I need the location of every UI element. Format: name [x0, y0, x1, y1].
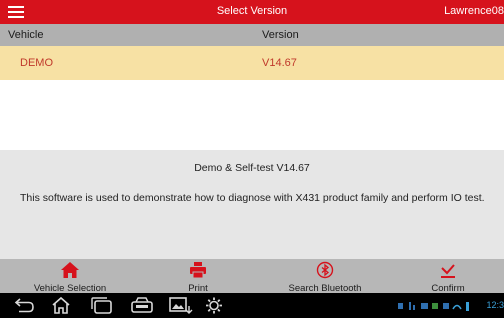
- cell-vehicle: DEMO: [20, 57, 53, 69]
- home-nav-icon[interactable]: [50, 296, 72, 315]
- screenshot-icon[interactable]: [168, 296, 194, 315]
- back-icon[interactable]: [14, 296, 36, 315]
- page-title: Select Version: [216, 5, 288, 17]
- search-bluetooth-button[interactable]: Search Bluetooth: [280, 259, 370, 294]
- bottom-toolbar: Vehicle Selection Print Search Bluetooth…: [0, 259, 504, 294]
- vehicle-selection-button[interactable]: Vehicle Selection: [20, 259, 120, 294]
- table-header: Vehicle Version: [0, 24, 504, 46]
- list-empty-area: [0, 80, 504, 150]
- description-panel: Demo & Self-test V14.67 This software is…: [0, 150, 504, 259]
- description-title: Demo & Self-test V14.67: [194, 162, 310, 174]
- confirm-button[interactable]: Confirm: [416, 259, 480, 294]
- user-name[interactable]: Lawrence08: [444, 5, 504, 17]
- cell-version: V14.67: [262, 57, 297, 69]
- print-button[interactable]: Print: [160, 259, 236, 294]
- title-bar: Select Version Lawrence08: [0, 0, 504, 24]
- recent-apps-icon[interactable]: [90, 296, 114, 315]
- column-header-version: Version: [262, 29, 299, 41]
- description-text: This software is used to demonstrate how…: [20, 192, 485, 204]
- printer-icon: [190, 262, 206, 279]
- column-header-vehicle: Vehicle: [8, 29, 44, 41]
- clock: 12:3: [486, 300, 504, 310]
- bluetooth-icon: [316, 261, 334, 279]
- home-icon: [61, 262, 79, 278]
- settings-icon[interactable]: [204, 296, 224, 315]
- system-nav-bar: 12:3: [0, 293, 504, 318]
- launch-car-icon[interactable]: [130, 296, 154, 315]
- checkmark-icon: [441, 264, 455, 278]
- table-row[interactable]: DEMO V14.67: [0, 46, 504, 80]
